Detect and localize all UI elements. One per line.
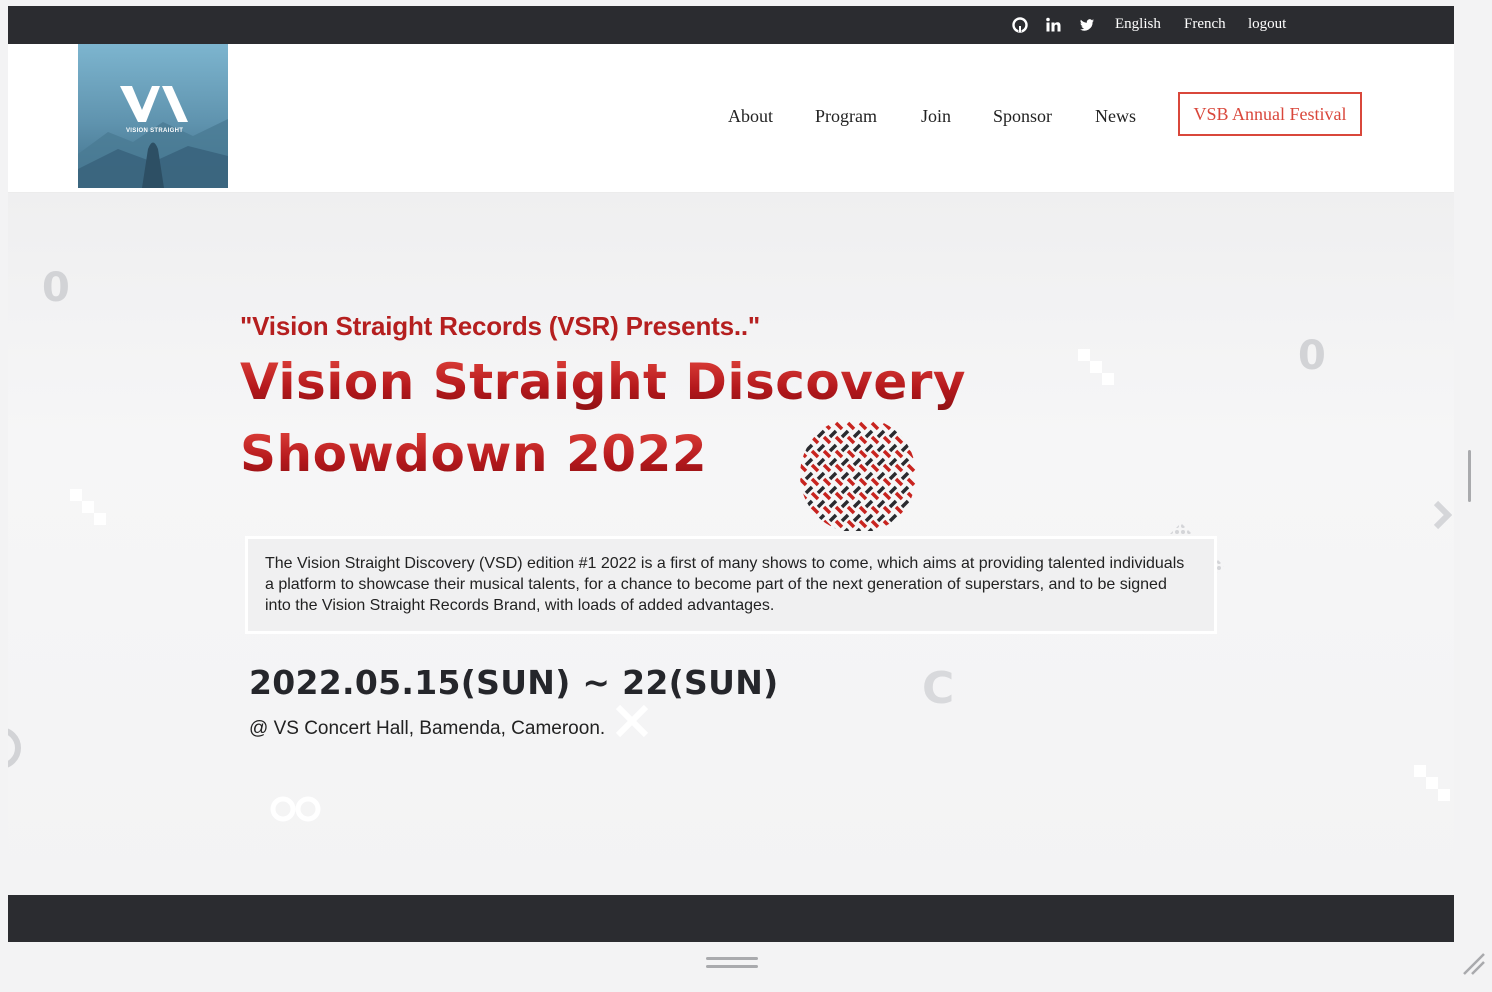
deco-pixel-steps [1414,765,1450,801]
deco-chevron [1434,500,1452,530]
event-description-text: The Vision Straight Discovery (VSD) edit… [265,555,1185,614]
language-english-link[interactable]: English [1115,16,1161,33]
deco-dot-circle [800,421,916,531]
deco-c-glyph: C [922,663,955,714]
deco-zero-glyph: 0 [42,265,70,311]
nav-join[interactable]: Join [921,106,951,127]
nav-news[interactable]: News [1095,106,1136,127]
logout-link[interactable]: logout [1248,16,1286,33]
logo-text: VISION STRAIGHT [126,128,184,134]
event-venue: @ VS Concert Hall, Bamenda, Cameroon. [249,718,606,739]
event-title-line-2: Showdown 2022 [240,425,708,483]
deco-ring [8,728,21,768]
deco-pixel-steps [70,489,106,525]
resize-corner-icon[interactable] [1460,950,1488,978]
horizontal-resize-handle[interactable] [706,957,758,960]
presents-heading: "Vision Straight Records (VSR) Presents.… [240,311,761,341]
vsb-annual-festival-button[interactable]: VSB Annual Festival [1178,92,1362,136]
deco-pixel-steps [1078,349,1114,385]
browser-viewport: English French logout VISION STRAIGHT Ab… [8,6,1454,942]
deco-zero-glyph: 0 [1298,333,1326,379]
deco-rings [270,796,321,822]
vertical-resize-handle[interactable] [1468,450,1471,502]
github-icon[interactable] [1012,17,1028,33]
linkedin-icon[interactable] [1045,17,1061,33]
site-logo[interactable]: VISION STRAIGHT [78,44,228,188]
event-description: The Vision Straight Discovery (VSD) edit… [245,536,1217,634]
nav-program[interactable]: Program [815,106,877,127]
event-date: 2022.05.15(SUN) ~ 22(SUN) [249,663,779,702]
top-bar: English French logout [8,6,1454,44]
language-french-link[interactable]: French [1184,16,1226,33]
hero-section: 0 0 C "Vision Straight Records (VSR) Pre… [8,193,1454,895]
nav-about[interactable]: About [728,106,773,127]
deco-x-mark [615,704,649,738]
nav-sponsor[interactable]: Sponsor [993,106,1052,127]
twitter-icon[interactable] [1079,17,1095,33]
horizontal-resize-handle[interactable] [706,965,758,968]
event-title-line-1: Vision Straight Discovery [240,353,967,411]
site-header: VISION STRAIGHT About Program Join Spons… [8,44,1454,193]
footer-bar [8,895,1454,942]
